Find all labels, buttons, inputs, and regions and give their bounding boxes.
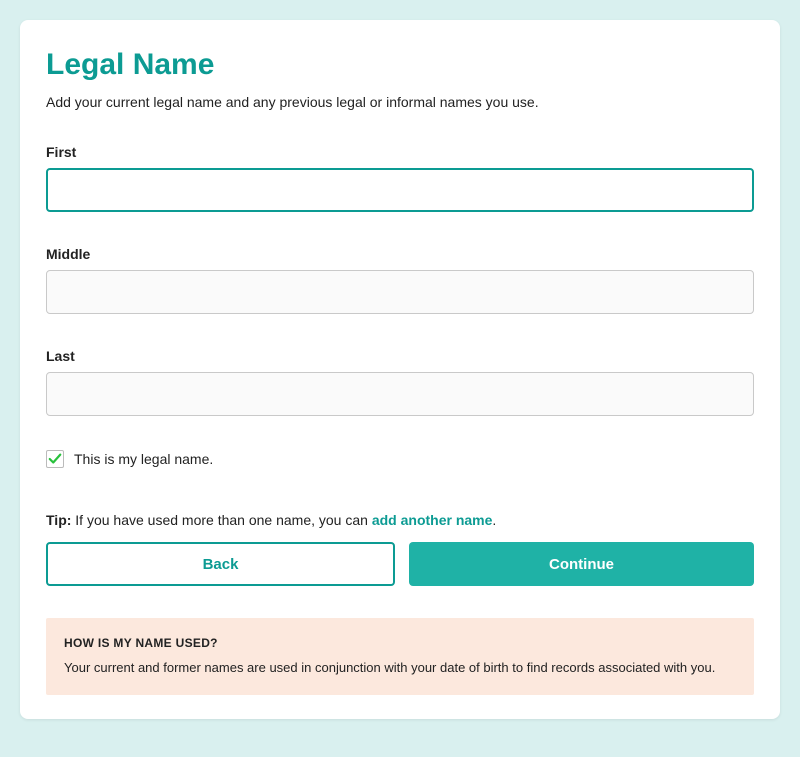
button-row: Back Continue — [46, 542, 754, 586]
last-name-field: Last — [46, 348, 754, 416]
form-card: Legal Name Add your current legal name a… — [20, 20, 780, 719]
tip-label: Tip: — [46, 512, 71, 528]
middle-name-input[interactable] — [46, 270, 754, 314]
page-subtitle: Add your current legal name and any prev… — [46, 94, 754, 110]
last-name-label: Last — [46, 348, 754, 364]
info-box: HOW IS MY NAME USED? Your current and fo… — [46, 618, 754, 695]
middle-name-field: Middle — [46, 246, 754, 314]
legal-name-checkbox-label: This is my legal name. — [74, 451, 213, 467]
first-name-label: First — [46, 144, 754, 160]
first-name-field: First — [46, 144, 754, 212]
tip-text: Tip: If you have used more than one name… — [46, 512, 754, 528]
tip-suffix: . — [492, 512, 496, 528]
tip-body: If you have used more than one name, you… — [71, 512, 371, 528]
page-title: Legal Name — [46, 48, 754, 82]
first-name-input[interactable] — [46, 168, 754, 212]
info-box-title: HOW IS MY NAME USED? — [64, 636, 736, 650]
legal-name-checkbox[interactable] — [46, 450, 64, 468]
back-button[interactable]: Back — [46, 542, 395, 586]
legal-name-checkbox-row: This is my legal name. — [46, 450, 754, 468]
middle-name-label: Middle — [46, 246, 754, 262]
last-name-input[interactable] — [46, 372, 754, 416]
continue-button[interactable]: Continue — [409, 542, 754, 586]
info-box-text: Your current and former names are used i… — [64, 660, 736, 675]
checkmark-icon — [48, 452, 62, 466]
add-another-name-link[interactable]: add another name — [372, 512, 493, 528]
